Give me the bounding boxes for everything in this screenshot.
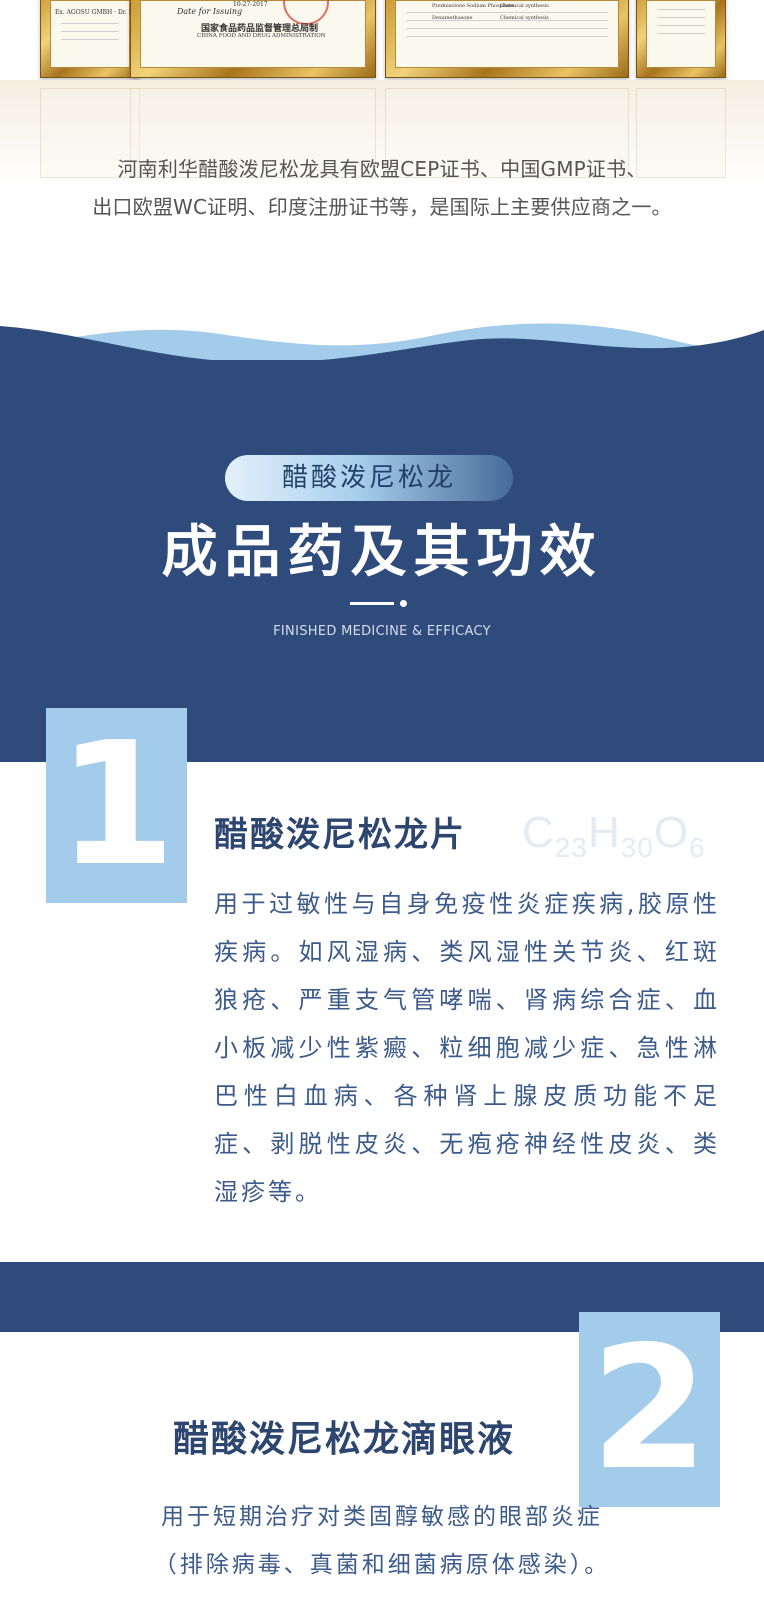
certificate-text: Ex. AGOSU GMBH · Dr. Sta	[55, 9, 139, 16]
certificate-frame-registration	[636, 0, 726, 78]
section-subtitle: FINISHED MEDICINE & EFFICACY	[273, 624, 491, 639]
item-description-eye-drops: 用于短期治疗对类固醇敏感的眼部炎症 （排除病毒、真菌和细菌病原体感染）。	[0, 1493, 764, 1589]
item-number-box-2: 2	[579, 1312, 720, 1507]
intro-line-2: 出口欧盟WC证明、印度注册证书等，是国际上主要供应商之一。	[92, 195, 672, 219]
certificate-number: 10-27-2017	[233, 1, 268, 8]
product-pill-label: 醋酸泼尼松龙	[225, 455, 513, 501]
section-title: 成品药及其功效	[161, 520, 603, 585]
certificate-date-label: Date for Issuing	[177, 7, 243, 16]
certificate-frame-cep: Ex. AGOSU GMBH · Dr. Sta	[40, 0, 140, 78]
certificate-row-method: Chemical synthesis	[500, 3, 549, 9]
description-line-1: 用于短期治疗对类固醇敏感的眼部炎症	[161, 1504, 603, 1530]
item-title-eye-drops: 醋酸泼尼松龙滴眼液	[173, 1419, 516, 1460]
item-number-box-1: 1	[46, 708, 187, 903]
certificate-frame-gmp: Date for Issuing 10-27-2017 国家食品药品监督管理总局…	[130, 0, 376, 78]
item-description-tablets: 用于过敏性与自身免疫性炎症疾病,胶原性疾病。如风湿病、类风湿性关节炎、红斑狼疮、…	[214, 890, 720, 1206]
certificate-issuer-en: CHINA FOOD AND DRUG ADMINISTRATION	[197, 33, 326, 39]
intro-line-1: 河南利华醋酸泼尼松龙具有欧盟CEP证书、中国GMP证书、	[117, 157, 647, 181]
certificate-frame-table: Prednisolone Sodium Phosphate Chemical s…	[385, 0, 629, 78]
item-number: 2	[590, 1310, 709, 1508]
description-line-2: （排除病毒、真菌和细菌病原体感染）。	[153, 1552, 611, 1578]
title-divider	[350, 602, 394, 605]
item-number: 1	[57, 706, 176, 904]
title-divider-dot	[400, 600, 407, 607]
item-title-tablets: 醋酸泼尼松龙片	[214, 815, 466, 855]
chemical-formula: C23H30O6	[522, 808, 706, 863]
certification-intro: 河南利华醋酸泼尼松龙具有欧盟CEP证书、中国GMP证书、 出口欧盟WC证明、印度…	[0, 150, 764, 226]
certificate-gallery: Ex. AGOSU GMBH · Dr. Sta Date for Issuin…	[0, 0, 764, 80]
